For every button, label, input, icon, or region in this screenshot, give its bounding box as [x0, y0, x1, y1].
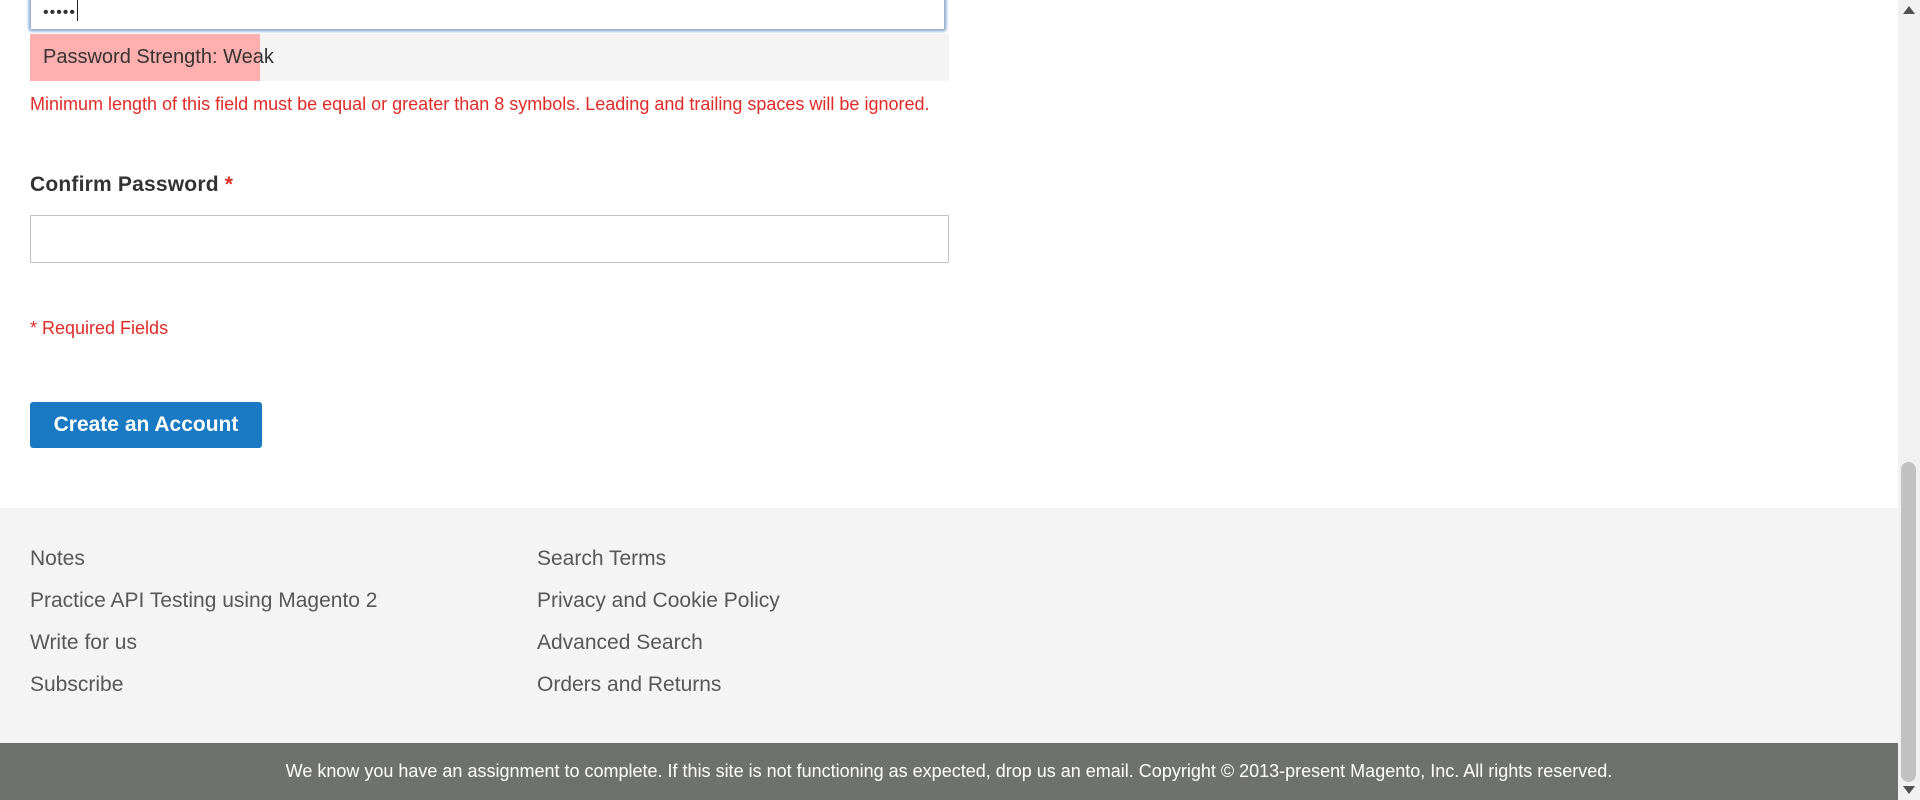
footer-list-item: Orders and Returns	[537, 664, 780, 706]
scrollbar-thumb[interactable]	[1901, 462, 1916, 782]
required-asterisk: *	[224, 173, 234, 196]
footer-link-practice-api[interactable]: Practice API Testing using Magento 2	[30, 589, 377, 612]
footer-link-search-terms[interactable]: Search Terms	[537, 547, 666, 570]
create-account-button[interactable]: Create an Account	[30, 402, 262, 448]
scroll-up-arrow-icon[interactable]	[1903, 6, 1915, 14]
footer-link-notes[interactable]: Notes	[30, 547, 85, 570]
password-strength-meter: Password Strength: Weak	[30, 34, 949, 81]
footer-link-privacy-policy[interactable]: Privacy and Cookie Policy	[537, 589, 780, 612]
copyright-bar: We know you have an assignment to comple…	[0, 743, 1898, 800]
footer-link-write-for-us[interactable]: Write for us	[30, 631, 137, 654]
footer-list-item: Subscribe	[30, 664, 377, 706]
password-value: •••••	[43, 4, 77, 21]
footer-link-orders-returns[interactable]: Orders and Returns	[537, 673, 721, 696]
vertical-scrollbar[interactable]	[1898, 0, 1920, 800]
password-input[interactable]: •••••	[30, 0, 945, 30]
page: ••••• Password Strength: Weak Minimum le…	[0, 0, 1898, 800]
footer: Notes Practice API Testing using Magento…	[0, 508, 1898, 743]
confirm-password-input[interactable]	[30, 215, 949, 263]
footer-link-subscribe[interactable]: Subscribe	[30, 673, 123, 696]
copyright-text: We know you have an assignment to comple…	[285, 761, 1613, 781]
footer-list-item: Privacy and Cookie Policy	[537, 580, 780, 622]
footer-list-item: Practice API Testing using Magento 2	[30, 580, 377, 622]
confirm-password-label: Confirm Password *	[30, 173, 233, 197]
footer-list-item: Notes	[30, 538, 377, 580]
footer-links-column-1: Notes Practice API Testing using Magento…	[30, 538, 377, 706]
footer-link-advanced-search[interactable]: Advanced Search	[537, 631, 703, 654]
password-strength-label: Password Strength: Weak	[43, 46, 274, 68]
confirm-password-label-text: Confirm Password	[30, 173, 219, 196]
footer-list-item: Search Terms	[537, 538, 780, 580]
required-fields-note: * Required Fields	[30, 318, 169, 338]
footer-list-item: Write for us	[30, 622, 377, 664]
footer-list-item: Advanced Search	[537, 622, 780, 664]
scroll-down-arrow-icon[interactable]	[1903, 786, 1915, 794]
text-caret	[77, 0, 79, 21]
footer-links-column-2: Search Terms Privacy and Cookie Policy A…	[537, 538, 780, 706]
password-error-message: Minimum length of this field must be equ…	[30, 94, 930, 114]
